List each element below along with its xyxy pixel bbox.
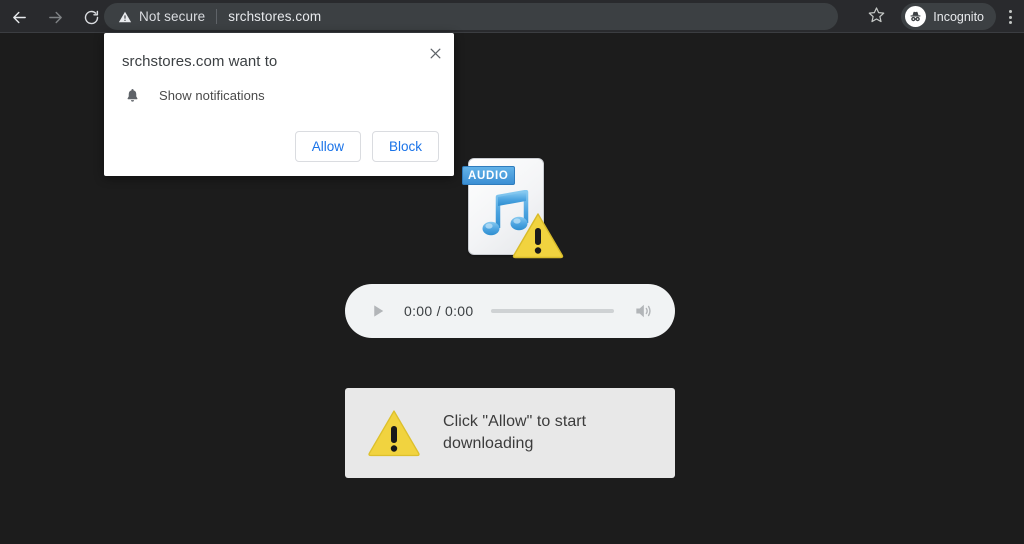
play-icon[interactable] — [367, 300, 389, 322]
arrow-left-icon — [11, 9, 28, 26]
notification-permission-dialog: srchstores.com want to Show notification… — [104, 33, 454, 176]
forward-button[interactable] — [42, 4, 68, 30]
security-status-label: Not secure — [139, 9, 206, 24]
warning-triangle-icon — [117, 9, 132, 24]
incognito-icon — [905, 6, 927, 27]
audio-badge: AUDIO — [462, 166, 515, 185]
reload-icon — [83, 9, 100, 26]
warning-triangle-icon — [367, 408, 421, 458]
profile-chip-incognito[interactable]: Incognito — [901, 3, 996, 30]
permission-request-label: Show notifications — [159, 87, 265, 103]
volume-icon[interactable] — [631, 300, 655, 322]
instruction-text: Click "Allow" to start downloading — [443, 413, 587, 452]
allow-button[interactable]: Allow — [294, 131, 361, 162]
permission-dialog-title: srchstores.com want to — [122, 53, 278, 70]
permission-dialog-actions: Allow Block — [294, 131, 439, 162]
arrow-right-icon — [47, 9, 64, 26]
profile-label: Incognito — [933, 9, 984, 24]
bell-icon — [122, 85, 142, 105]
download-instruction-box: Click "Allow" to start downloading — [345, 388, 675, 478]
audio-file-icon: AUDIO — [462, 154, 564, 262]
menu-dot — [1008, 21, 1012, 24]
permission-request-row: Show notifications — [122, 85, 265, 105]
audio-seek-bar[interactable] — [491, 309, 614, 313]
close-x-icon[interactable] — [424, 42, 446, 64]
three-dots-vertical-icon[interactable] — [998, 4, 1022, 30]
bookmark-button[interactable] — [863, 4, 889, 30]
reload-button[interactable] — [78, 4, 104, 30]
browser-toolbar: Not secure srchstores.com Incognito — [0, 0, 1024, 33]
block-button[interactable]: Block — [371, 131, 439, 162]
star-icon — [868, 6, 885, 28]
menu-dot — [1008, 10, 1012, 13]
browser-window: Not secure srchstores.com Incognito AUDI… — [0, 0, 1024, 544]
menu-dot — [1008, 15, 1012, 19]
back-button[interactable] — [6, 4, 32, 30]
url-text: srchstores.com — [228, 9, 322, 24]
address-bar[interactable]: Not secure srchstores.com — [104, 3, 838, 30]
audio-player[interactable]: 0:00 / 0:00 — [345, 284, 675, 338]
omnibox-divider — [216, 9, 218, 24]
audio-time-display: 0:00 / 0:00 — [404, 303, 474, 319]
warning-triangle-icon — [512, 211, 564, 259]
